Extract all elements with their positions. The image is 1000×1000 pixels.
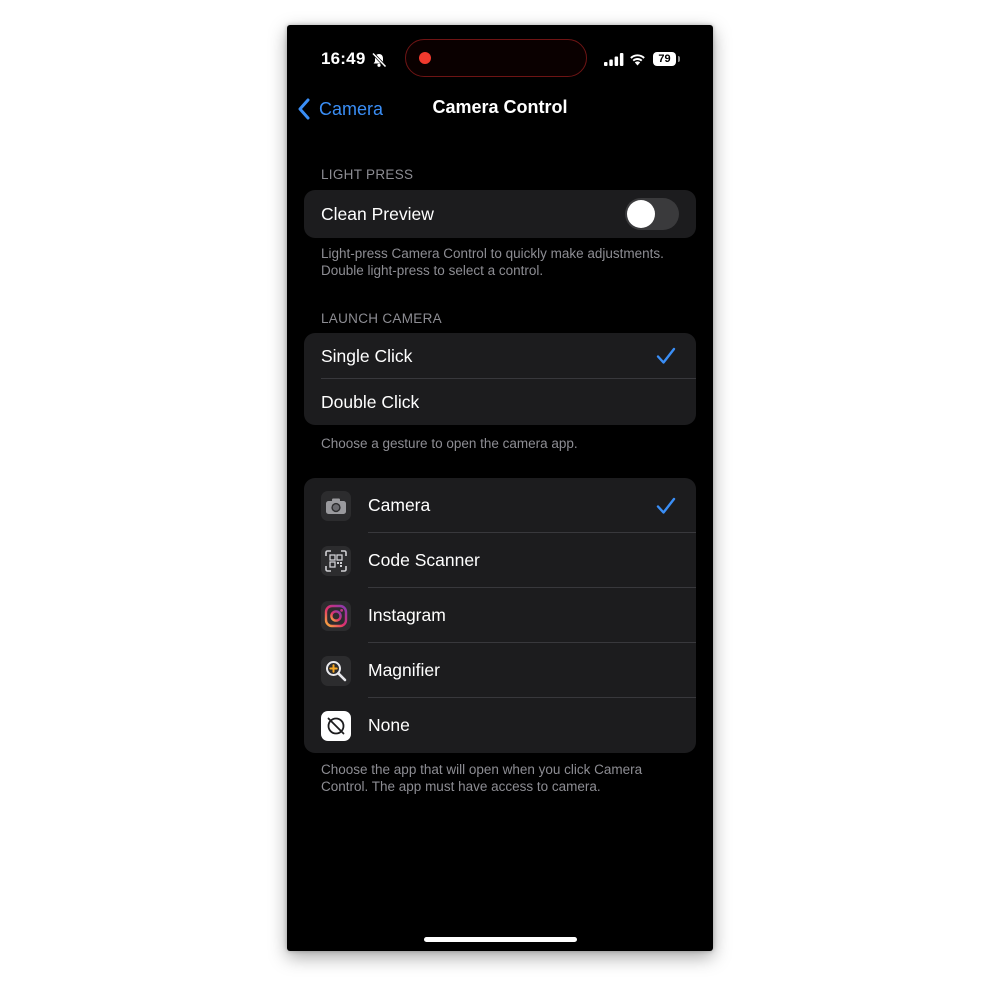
clean-preview-label: Clean Preview xyxy=(321,203,434,224)
page-title: Camera Control xyxy=(432,97,568,117)
recording-indicator-icon xyxy=(419,52,431,64)
phone-screen: 16:49 79 Camera Camera Control LIGHT PRE… xyxy=(287,25,713,951)
status-time: 16:49 xyxy=(321,49,366,68)
clean-preview-row: Clean Preview xyxy=(304,190,696,238)
app-item-magnifier[interactable]: Magnifier xyxy=(304,643,696,698)
cellular-signal-icon xyxy=(604,53,624,66)
launch-camera-header: LAUNCH CAMERA xyxy=(321,311,442,326)
light-press-header: LIGHT PRESS xyxy=(321,167,414,182)
app-item-code-scanner[interactable]: Code Scanner xyxy=(304,533,696,588)
light-press-group: Clean Preview xyxy=(304,190,696,238)
checkmark-icon xyxy=(656,497,676,514)
camera-icon xyxy=(321,490,351,521)
toggle-knob xyxy=(627,200,655,228)
option-single-click[interactable]: Single Click xyxy=(304,333,696,379)
app-item-instagram[interactable]: Instagram xyxy=(304,588,696,643)
app-label: Camera xyxy=(368,495,431,515)
battery-level: 79 xyxy=(653,52,676,66)
clean-preview-toggle[interactable] xyxy=(625,198,679,230)
light-press-footer: Light-press Camera Control to quickly ma… xyxy=(321,246,664,278)
instagram-icon xyxy=(321,600,351,631)
checkmark-icon xyxy=(656,347,676,364)
option-double-click[interactable]: Double Click xyxy=(304,379,696,425)
app-choice-group: Camera Code Scanner Instagram Magnifier … xyxy=(304,478,696,753)
magnifier-icon xyxy=(321,655,351,686)
none-icon xyxy=(321,710,351,741)
app-label: Instagram xyxy=(368,605,446,625)
bell-slash-icon xyxy=(371,52,387,68)
app-choice-footer: Choose the app that will open when you c… xyxy=(321,762,643,794)
dynamic-island[interactable] xyxy=(405,39,587,77)
option-label: Single Click xyxy=(321,345,413,366)
option-label: Double Click xyxy=(321,391,420,412)
app-label: Code Scanner xyxy=(368,550,480,570)
home-indicator[interactable] xyxy=(424,937,577,942)
app-label: Magnifier xyxy=(368,660,440,680)
launch-camera-footer: Choose a gesture to open the camera app. xyxy=(321,436,578,451)
status-bar: 16:49 79 xyxy=(287,25,713,95)
app-item-camera[interactable]: Camera xyxy=(304,478,696,533)
app-label: None xyxy=(368,715,410,735)
battery-tip xyxy=(678,56,680,62)
launch-camera-group: Single Click Double Click xyxy=(304,333,696,425)
qr-code-icon xyxy=(321,545,351,576)
wifi-icon xyxy=(630,54,645,66)
app-item-none[interactable]: None xyxy=(304,698,696,753)
